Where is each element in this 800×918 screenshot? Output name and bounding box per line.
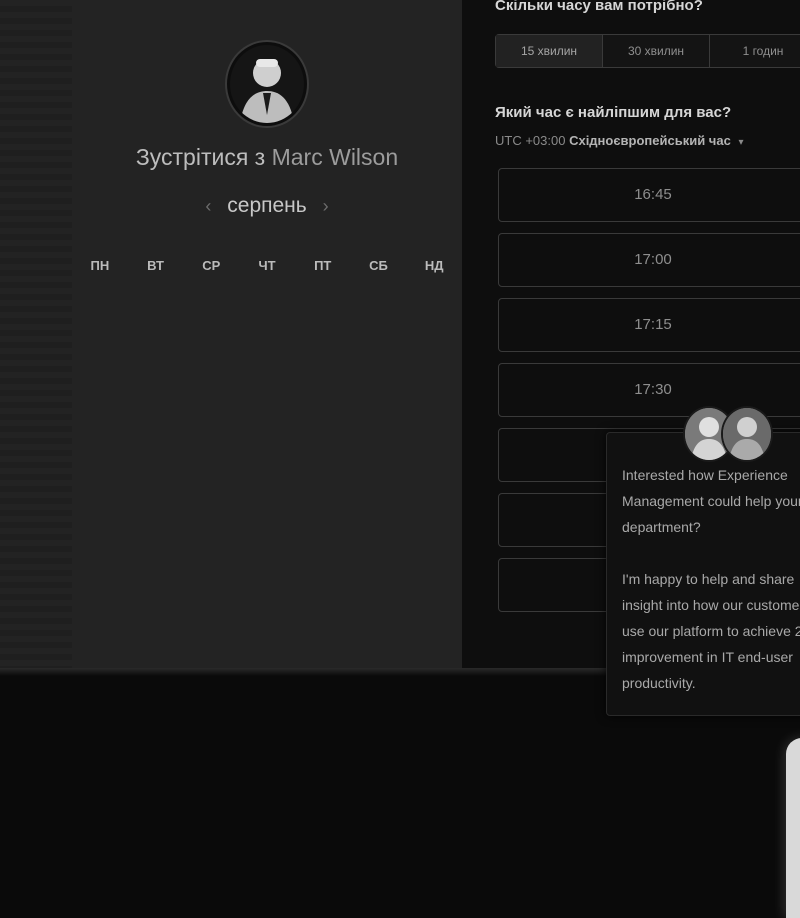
chat-paragraph: I'm happy to help and share insight into… xyxy=(622,571,800,691)
time-slot[interactable]: 17:00 xyxy=(498,233,800,287)
person-icon xyxy=(240,59,294,123)
page-title: Зустрітися з Marc Wilson xyxy=(72,144,462,171)
duration-heading: Скільки часу вам потрібно? xyxy=(495,0,703,14)
time-slot[interactable]: 16:45 xyxy=(498,168,800,222)
duration-tab-15[interactable]: 15 хвилин xyxy=(496,35,603,67)
chevron-right-icon[interactable]: › xyxy=(313,196,339,216)
timezone-selector[interactable]: UTC +03:00 Східноєвропейський час ▾ xyxy=(495,133,743,148)
timezone-offset: UTC +03:00 xyxy=(495,133,566,148)
month-label: серпень xyxy=(227,194,307,217)
caret-down-icon: ▾ xyxy=(738,137,744,148)
weekday-label: ПН xyxy=(90,258,110,273)
month-selector: ‹ серпень › xyxy=(72,194,462,218)
weekday-label: ЧТ xyxy=(258,258,276,273)
chat-launcher-edge[interactable] xyxy=(786,738,800,918)
weekday-header: ПН ВТ СР ЧТ ПТ СБ НД xyxy=(72,258,462,273)
weekday-label: ПТ xyxy=(314,258,332,273)
weekday-label: НД xyxy=(424,258,444,273)
title-prefix: Зустрітися з xyxy=(135,144,266,170)
chat-message: Interested how Experience Management cou… xyxy=(622,462,800,696)
background-strip xyxy=(0,0,72,670)
duration-tabs: 15 хвилин 30 хвилин 1 годин xyxy=(495,34,800,68)
timezone-name: Східноєвропейський час xyxy=(569,133,731,148)
person-icon xyxy=(723,408,771,460)
weekday-label: СБ xyxy=(369,258,388,273)
time-slot[interactable]: 17:15 xyxy=(498,298,800,352)
agent-avatar xyxy=(721,406,773,462)
host-name: Marc Wilson xyxy=(271,144,399,170)
chevron-left-icon[interactable]: ‹ xyxy=(195,196,221,216)
chat-agent-avatars xyxy=(683,406,773,462)
duration-tab-60[interactable]: 1 годин xyxy=(710,35,800,67)
host-avatar xyxy=(227,42,307,126)
weekday-label: ВТ xyxy=(147,258,164,273)
duration-tab-30[interactable]: 30 хвилин xyxy=(603,35,710,67)
chat-paragraph: Interested how Experience Management cou… xyxy=(622,467,800,535)
time-heading: Який час є найліпшим для вас? xyxy=(495,104,732,121)
weekday-label: СР xyxy=(202,258,221,273)
